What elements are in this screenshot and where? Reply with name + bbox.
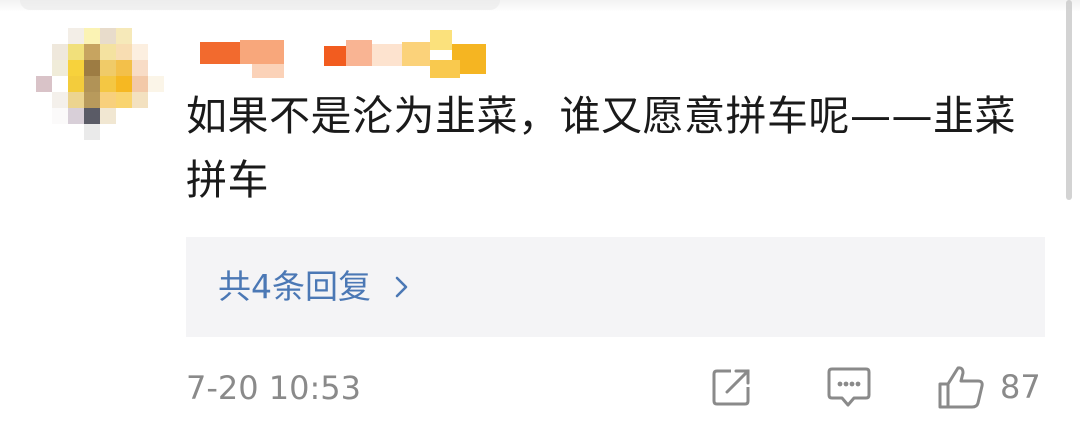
- avatar-pixel: [36, 76, 52, 92]
- avatar-pixel: [148, 108, 164, 124]
- avatar-pixel: [84, 124, 100, 140]
- avatar-pixel: [84, 28, 100, 44]
- avatar-pixel: [52, 60, 68, 76]
- share-icon: [712, 369, 750, 406]
- view-replies-link[interactable]: 共4条回复: [218, 265, 413, 309]
- avatar-pixel: [52, 92, 68, 108]
- avatar-pixel: [132, 44, 148, 60]
- replies-panel[interactable]: 共4条回复: [186, 237, 1045, 337]
- share-button[interactable]: [711, 364, 755, 410]
- avatar-pixel: [84, 76, 100, 92]
- avatar-pixel: [100, 108, 116, 124]
- avatar-pixel: [36, 92, 52, 108]
- avatar-pixel: [36, 44, 52, 60]
- avatar-pixel: [52, 44, 68, 60]
- avatar-pixel: [116, 92, 132, 108]
- avatar-pixel: [116, 108, 132, 124]
- avatar-pixel: [116, 28, 132, 44]
- avatar-pixel: [52, 108, 68, 124]
- avatar[interactable]: [36, 28, 164, 140]
- avatar-pixel: [132, 76, 148, 92]
- avatar-pixel: [68, 28, 84, 44]
- avatar-pixel: [148, 92, 164, 108]
- avatar-pixel: [100, 28, 116, 44]
- avatar-pixel: [68, 108, 84, 124]
- avatar-pixel: [148, 124, 164, 140]
- avatar-pixel: [52, 76, 68, 92]
- avatar-pixel: [68, 76, 84, 92]
- avatar-pixel: [36, 124, 52, 140]
- avatar-pixel: [132, 108, 148, 124]
- avatar-pixel: [52, 124, 68, 140]
- avatar-pixel: [52, 28, 68, 44]
- avatar-pixel: [148, 76, 164, 92]
- avatar-pixel: [68, 124, 84, 140]
- comment-text: 如果不是沦为韭菜，谁又愿意拼车呢——韭菜拼车: [186, 92, 1016, 204]
- avatar-pixel: [84, 108, 100, 124]
- avatar-pixel: [132, 28, 148, 44]
- reply-icon: [827, 367, 871, 407]
- avatar-pixel: [132, 60, 148, 76]
- avatar-pixel: [68, 44, 84, 60]
- thumbs-up-icon: [938, 366, 984, 409]
- avatar-pixel: [36, 108, 52, 124]
- replies-count-label: 共4条回复: [218, 267, 371, 306]
- avatar-pixel: [84, 92, 100, 108]
- avatar-pixel: [84, 44, 100, 60]
- avatar-pixel: [148, 60, 164, 76]
- avatar-pixel: [148, 44, 164, 60]
- avatar-pixel: [148, 28, 164, 44]
- avatar-pixel: [116, 60, 132, 76]
- reply-button[interactable]: [826, 364, 872, 410]
- avatar-pixel: [100, 44, 116, 60]
- avatar-pixel: [116, 124, 132, 140]
- avatar-pixel: [68, 60, 84, 76]
- top-edge-shadow: [0, 0, 1080, 12]
- chevron-right-icon: [395, 276, 408, 298]
- avatar-pixel: [132, 92, 148, 108]
- avatar-pixel: [116, 44, 132, 60]
- comment-timestamp: 7-20 10:53: [186, 369, 362, 407]
- like-button[interactable]: 87: [936, 364, 1041, 410]
- avatar-pixel: [68, 92, 84, 108]
- avatar-pixel: [100, 124, 116, 140]
- avatar-pixel: [100, 76, 116, 92]
- avatar-pixel: [100, 92, 116, 108]
- like-count: 87: [1000, 368, 1041, 406]
- avatar-pixel: [116, 76, 132, 92]
- avatar-pixel: [36, 28, 52, 44]
- username-pixelated[interactable]: [196, 30, 496, 82]
- scrollbar[interactable]: [1066, 0, 1072, 200]
- avatar-pixel: [84, 60, 100, 76]
- avatar-pixel: [132, 124, 148, 140]
- avatar-pixel: [36, 60, 52, 76]
- avatar-pixel: [100, 60, 116, 76]
